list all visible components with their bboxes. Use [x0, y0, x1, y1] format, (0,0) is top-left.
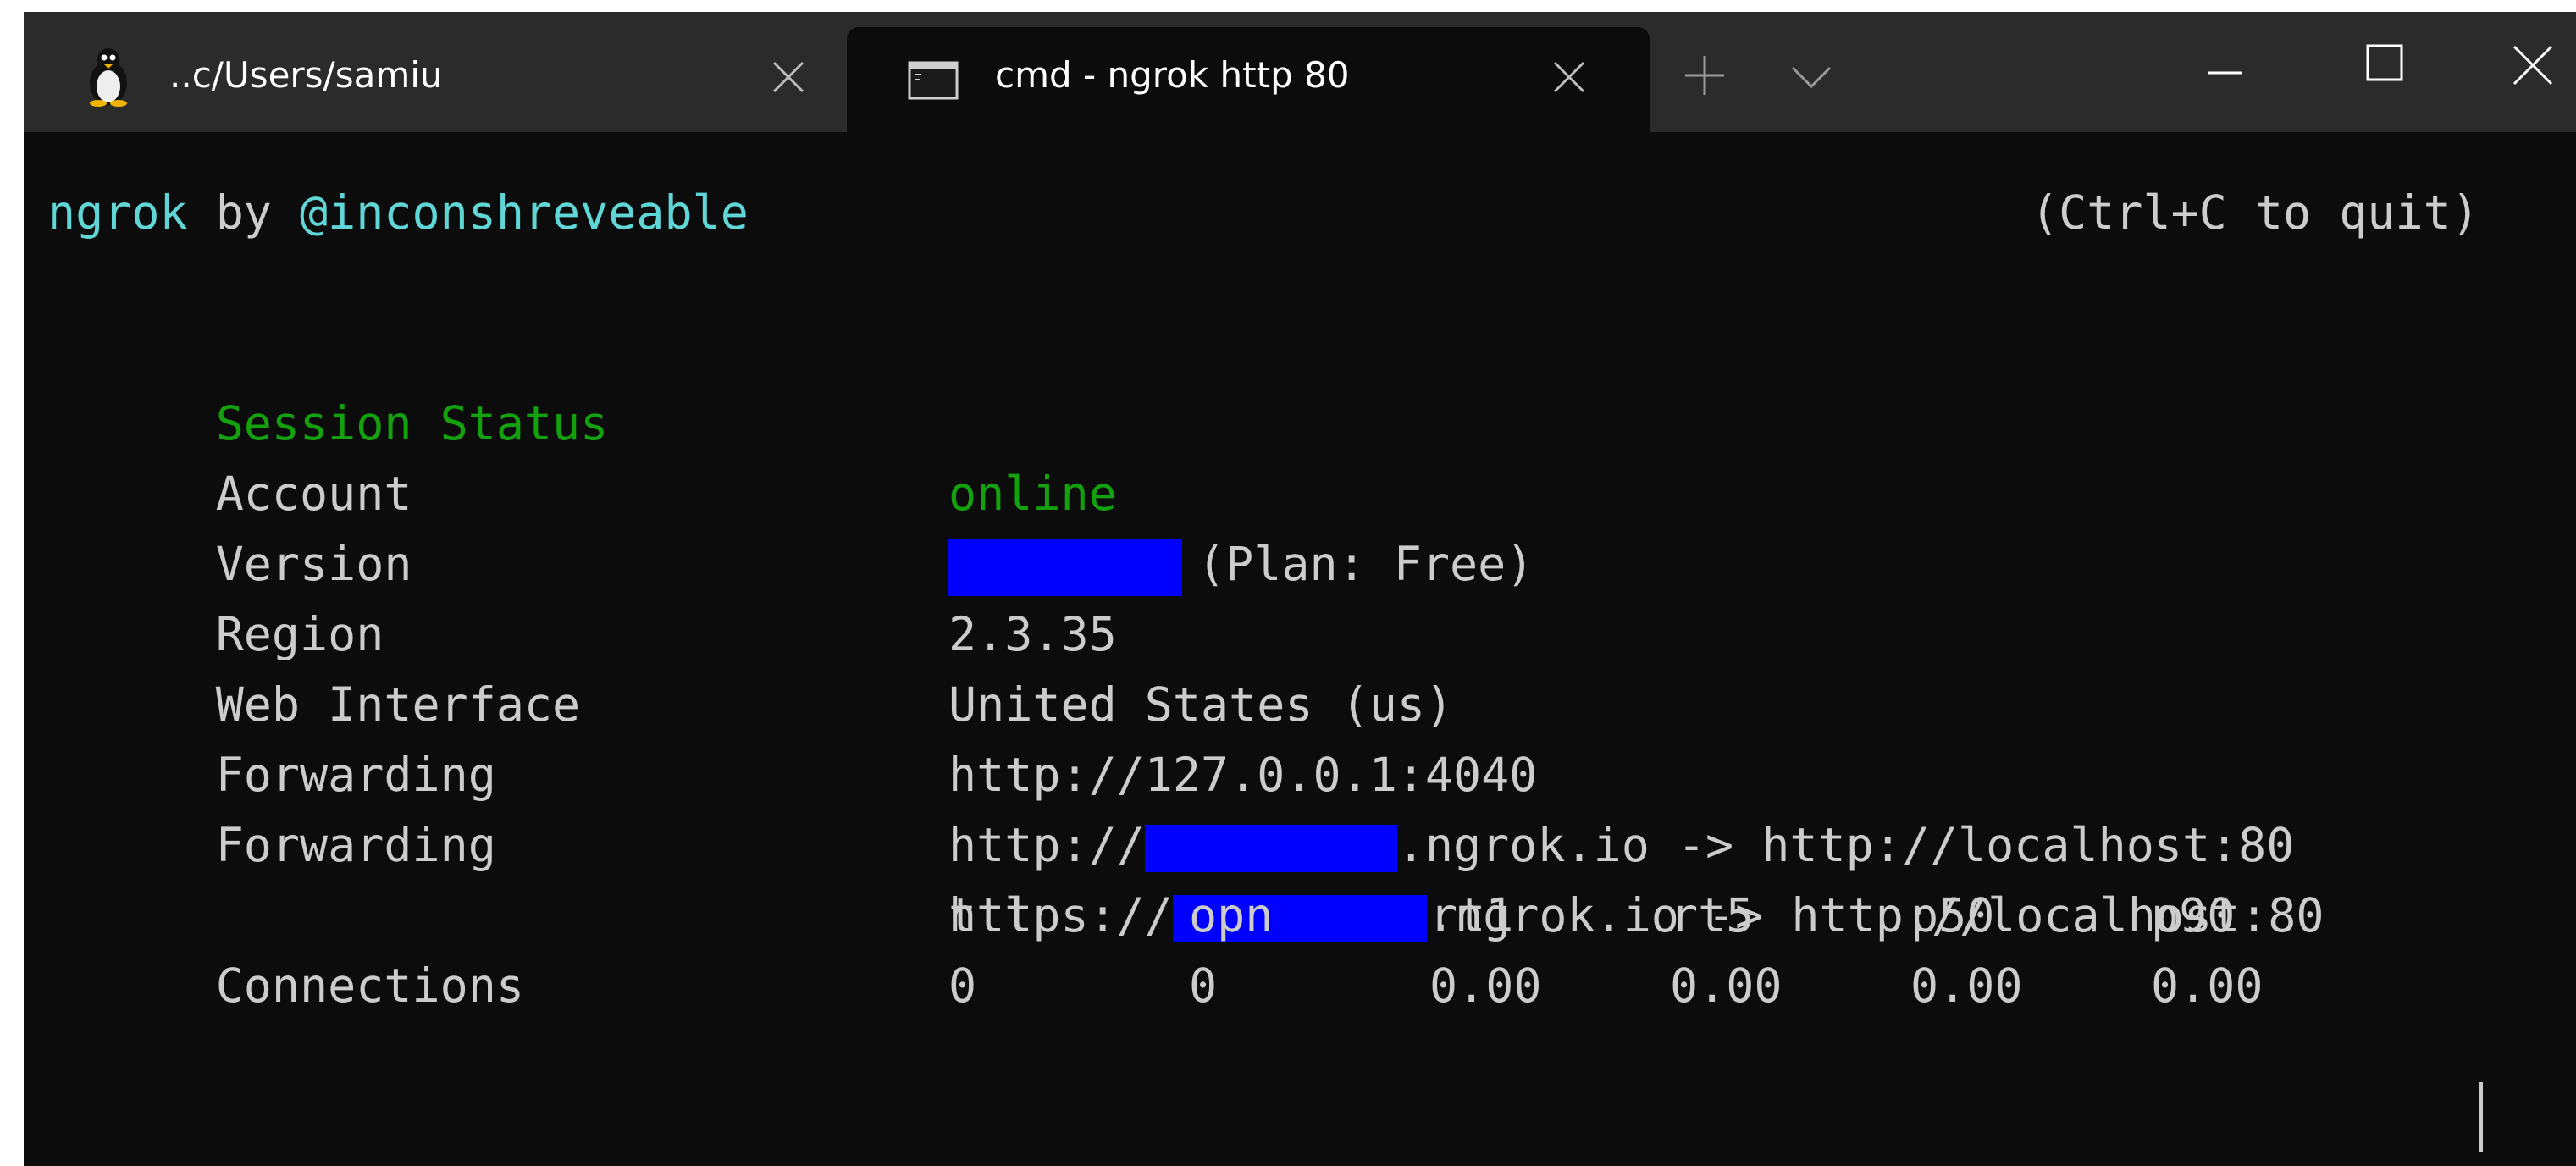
- session-status-value: online: [948, 467, 1117, 521]
- tab-label: ..c/Users/samiu: [169, 54, 443, 96]
- conn-header-rt5: rt5: [1670, 888, 1755, 942]
- conn-value-rt1: 0.00: [1429, 959, 1542, 1013]
- cmd-console-icon: [908, 61, 959, 100]
- connections-label: Connections: [215, 959, 524, 1013]
- conn-value-rt5: 0.00: [1670, 959, 1783, 1013]
- header-line: ngrok by @inconshreveable: [47, 178, 749, 248]
- account-row: Account (Plan: Free): [47, 389, 1534, 596]
- forwarding-http-prefix: http://: [948, 818, 1145, 872]
- linux-penguin-icon: [83, 46, 134, 107]
- version-row: Version 2.3.35: [47, 459, 1117, 661]
- close-window-icon[interactable]: [2512, 44, 2554, 86]
- tab-label: cmd - ngrok http 80: [995, 54, 1350, 96]
- forwarding-label: Forwarding: [215, 818, 496, 872]
- new-tab-plus-icon[interactable]: [1683, 54, 1726, 97]
- terminal-output[interactable]: ngrok by @inconshreveable (Ctrl+C to qui…: [24, 132, 2576, 1166]
- by-text: by: [187, 185, 301, 240]
- author-text: @inconshreveable: [300, 185, 749, 240]
- tab-ubuntu[interactable]: ..c/Users/samiu: [24, 27, 837, 132]
- conn-header-rt1: rt1: [1429, 888, 1514, 942]
- conn-value-opn: 0: [1189, 959, 1218, 1013]
- account-plan: (Plan: Free): [1197, 537, 1534, 591]
- version-value: 2.3.35: [948, 607, 1117, 661]
- conn-header-opn: opn: [1189, 888, 1274, 942]
- region-value: United States (us): [948, 677, 1454, 732]
- conn-header-ttl: ttl: [948, 888, 1033, 942]
- forwarding-http-row: Forwarding http:// .ngrok.io -> http://lo…: [47, 670, 2295, 872]
- brand-text: ngrok: [47, 185, 188, 240]
- conn-value-p90: 0.00: [2151, 959, 2264, 1013]
- quit-hint: (Ctrl+C to quit): [2031, 185, 2479, 240]
- conn-header-p90: p90: [2151, 888, 2236, 942]
- close-tab-icon[interactable]: [769, 58, 808, 97]
- web-interface-value[interactable]: http://127.0.0.1:4040: [948, 740, 1537, 810]
- text-cursor: [2479, 1082, 2483, 1152]
- web-interface-row: Web Interface http://127.0.0.1:4040: [47, 600, 1538, 802]
- terminal-window: ..c/Users/samiu cmd - ngrok http 80 ngro…: [24, 12, 2576, 1166]
- redacted-account: [948, 538, 1182, 596]
- region-row: Region United States (us): [47, 529, 1453, 732]
- title-bar: ..c/Users/samiu cmd - ngrok http 80: [24, 12, 2576, 132]
- forwarding-http-suffix: .ngrok.io -> http://localhost:80: [1396, 818, 2295, 872]
- forwarding-https-row: Forwarding https://.ngrok.io -> http://l…: [47, 740, 2324, 942]
- connections-row: Connections: [47, 881, 524, 1013]
- session-status-row: Session Status online: [47, 318, 1117, 521]
- conn-value-p50: 0.00: [1910, 959, 2023, 1013]
- close-tab-icon[interactable]: [1550, 58, 1589, 97]
- redacted-subdomain: [1144, 824, 1397, 872]
- minimize-icon[interactable]: [2208, 56, 2242, 90]
- conn-header-p50: p50: [1910, 888, 1995, 942]
- tab-cmd-ngrok[interactable]: cmd - ngrok http 80: [847, 27, 1650, 132]
- conn-value-ttl: 0: [948, 959, 977, 1013]
- chevron-down-icon[interactable]: [1790, 64, 1832, 90]
- maximize-icon[interactable]: [2366, 44, 2403, 81]
